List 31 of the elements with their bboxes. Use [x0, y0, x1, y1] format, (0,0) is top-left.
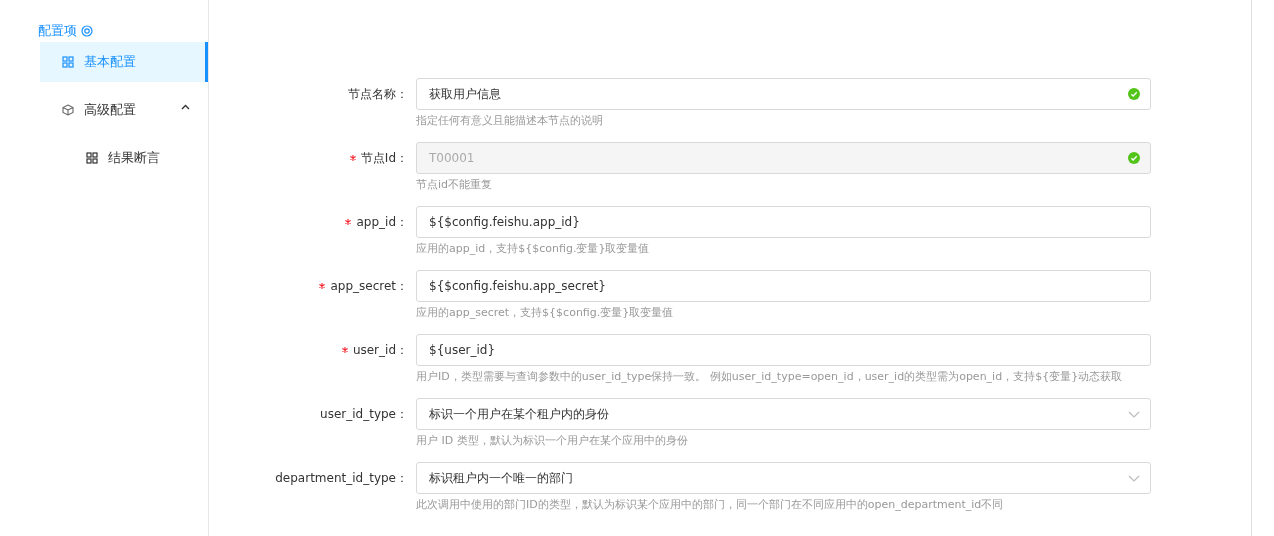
cube-icon — [62, 104, 74, 116]
field-label: user_id_type： — [320, 406, 408, 423]
help-text: 指定任何有意义且能描述本节点的说明 — [416, 113, 604, 128]
input-field[interactable]: ${$config.feishu.app_secret} — [416, 270, 1151, 302]
input-field: T00001 — [416, 142, 1151, 174]
help-text: 应用的app_secret，支持${$config.变量}取变量值 — [416, 305, 675, 320]
field-label: user_id： — [352, 342, 408, 359]
sidebar-title: 配置项 — [38, 22, 77, 40]
field-label: app_id： — [356, 214, 408, 231]
sidebar-item[interactable]: 高级配置 — [40, 90, 208, 130]
input-field[interactable]: ${$config.feishu.app_id} — [416, 206, 1151, 238]
help-text: 节点id不能重复 — [416, 177, 494, 192]
sidebar-item[interactable]: 结果断言 — [40, 138, 208, 178]
select-field[interactable]: 标识租户内一个唯一的部门 — [416, 462, 1151, 494]
field-label: app_secret： — [330, 278, 408, 295]
help-text: 用户 ID 类型，默认为标识一个用户在某个应用中的身份 — [416, 433, 689, 448]
input-field[interactable]: 获取用户信息 — [416, 78, 1151, 110]
chevron-down-icon — [1128, 410, 1140, 418]
input-field[interactable]: ${user_id} — [416, 334, 1151, 366]
help-text: 用户ID，类型需要与查询参数中的user_id_type保持一致。 例如user_id_type=open_id，user_id的类型需为open_id，支持${变量}动态获取 — [416, 369, 1124, 384]
help-text: 应用的app_id，支持${$config.变量}取变量值 — [416, 241, 651, 256]
help-text: 此次调用中使用的部门ID的类型，默认为标识某个应用中的部门，同一个部门在不同应用中的open_department_id不同 — [416, 497, 1005, 512]
field-label: 节点名称： — [348, 86, 408, 103]
grid-icon — [62, 56, 74, 68]
caret-icon — [181, 104, 190, 110]
grid-icon — [86, 152, 98, 164]
select-field[interactable]: 标识一个用户在某个租户内的身份 — [416, 398, 1151, 430]
chevron-down-icon — [1128, 474, 1140, 482]
field-label: department_id_type： — [275, 470, 408, 487]
field-label: 节点Id： — [360, 150, 408, 167]
settings-icon[interactable] — [81, 25, 93, 37]
